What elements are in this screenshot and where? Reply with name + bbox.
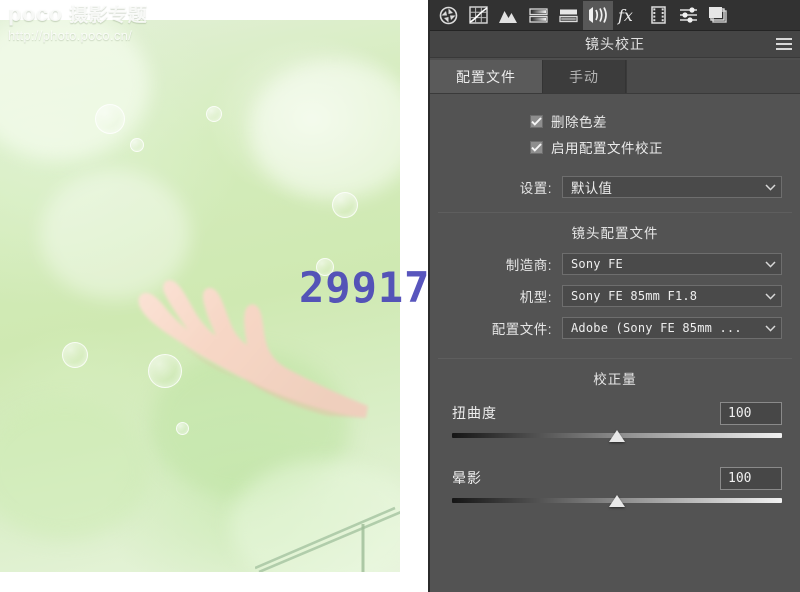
- hand-subject: [138, 280, 368, 418]
- checkbox-label: 删除色差: [551, 115, 607, 130]
- make-value: Sony FE: [571, 257, 623, 271]
- chevron-down-icon: [763, 324, 777, 332]
- make-dropdown[interactable]: Sony FE: [562, 253, 782, 275]
- slider-value-input[interactable]: 100: [720, 401, 782, 425]
- model-dropdown[interactable]: Sony FE 85mm F1.8: [562, 285, 782, 307]
- chevron-down-icon: [763, 260, 777, 268]
- lens-correction-icon[interactable]: [583, 0, 613, 30]
- settings-dropdown[interactable]: 默认值: [562, 176, 782, 198]
- panel-title-bar: 镜头校正: [430, 31, 800, 58]
- lens-profile-header: 镜头配置文件: [571, 226, 659, 241]
- photo-image[interactable]: [0, 20, 400, 572]
- slider-track-area[interactable]: [452, 429, 782, 445]
- model-label: 机型:: [519, 290, 552, 305]
- checkbox-label: 启用配置文件校正: [551, 141, 663, 156]
- tab-bar: 配置文件 手动: [430, 58, 800, 94]
- checkbox-enable-profile-correction[interactable]: 启用配置文件校正: [430, 134, 800, 160]
- hsl-color-icon[interactable]: [523, 1, 553, 30]
- profile-label: 配置文件:: [491, 322, 552, 337]
- svg-text:fx: fx: [617, 6, 633, 25]
- profile-dropdown[interactable]: Adobe (Sony FE 85mm ...: [562, 317, 782, 339]
- railing: [255, 506, 400, 572]
- detail-icon[interactable]: [493, 1, 523, 30]
- basic-adjust-icon[interactable]: [433, 1, 463, 30]
- panel-toolbar: fx: [430, 0, 800, 31]
- soap-bubble: [332, 192, 358, 218]
- slider-label: 扭曲度: [452, 405, 497, 421]
- make-label: 制造商:: [505, 258, 552, 273]
- soap-bubble: [95, 104, 125, 134]
- tone-curve-icon[interactable]: [463, 1, 493, 30]
- calibration-film-icon[interactable]: [643, 1, 673, 30]
- slider-thumb[interactable]: [609, 430, 625, 442]
- settings-row: 设置: 默认值: [430, 160, 800, 212]
- snapshots-layers-icon[interactable]: [703, 1, 733, 30]
- panel-title: 镜头校正: [585, 36, 645, 52]
- settings-value: 默认值: [571, 181, 613, 196]
- presets-sliders-icon[interactable]: [673, 1, 703, 30]
- tab-profile[interactable]: 配置文件: [430, 60, 542, 93]
- image-canvas-area[interactable]: poco 摄影专题 http://photo.poco.cn/ 299175: [0, 0, 428, 592]
- lens-correction-panel: fx 镜头校正 配置文件 手动 删除色差 启用配置文件校正 设置: 默认值 镜头…: [428, 0, 800, 592]
- model-row: 机型: Sony FE 85mm F1.8: [430, 280, 800, 312]
- bokeh-blob: [250, 60, 400, 200]
- split-toning-icon[interactable]: [553, 1, 583, 30]
- settings-label: 设置:: [519, 181, 552, 196]
- bokeh-blob: [0, 20, 150, 160]
- slider-value-input[interactable]: 100: [720, 466, 782, 490]
- checkbox-remove-chromatic-aberration[interactable]: 删除色差: [430, 108, 800, 134]
- slider-track-area[interactable]: [452, 494, 782, 510]
- make-row: 制造商: Sony FE: [430, 248, 800, 280]
- effects-fx-icon[interactable]: fx: [613, 1, 643, 30]
- slider-vignetting: 晕影 100: [430, 449, 800, 514]
- checkmark-icon[interactable]: [530, 114, 543, 128]
- slider-label: 晕影: [452, 470, 482, 486]
- tab-bar-filler: [626, 60, 800, 93]
- model-value: Sony FE 85mm F1.8: [571, 289, 698, 303]
- soap-bubble: [206, 106, 222, 122]
- slider-thumb[interactable]: [609, 495, 625, 507]
- chevron-down-icon: [763, 183, 777, 191]
- soap-bubble: [130, 138, 144, 152]
- correction-amount-header: 校正量: [593, 372, 637, 387]
- profile-value: Adobe (Sony FE 85mm ...: [571, 321, 742, 335]
- chevron-down-icon: [763, 292, 777, 300]
- panel-body: 删除色差 启用配置文件校正 设置: 默认值 镜头配置文件 制造商: Sony F…: [430, 94, 800, 592]
- checkmark-icon[interactable]: [530, 140, 543, 154]
- tab-manual[interactable]: 手动: [542, 60, 626, 93]
- hamburger-icon[interactable]: [776, 38, 792, 50]
- slider-distortion: 扭曲度 100: [430, 394, 800, 449]
- profile-row: 配置文件: Adobe (Sony FE 85mm ...: [430, 312, 800, 344]
